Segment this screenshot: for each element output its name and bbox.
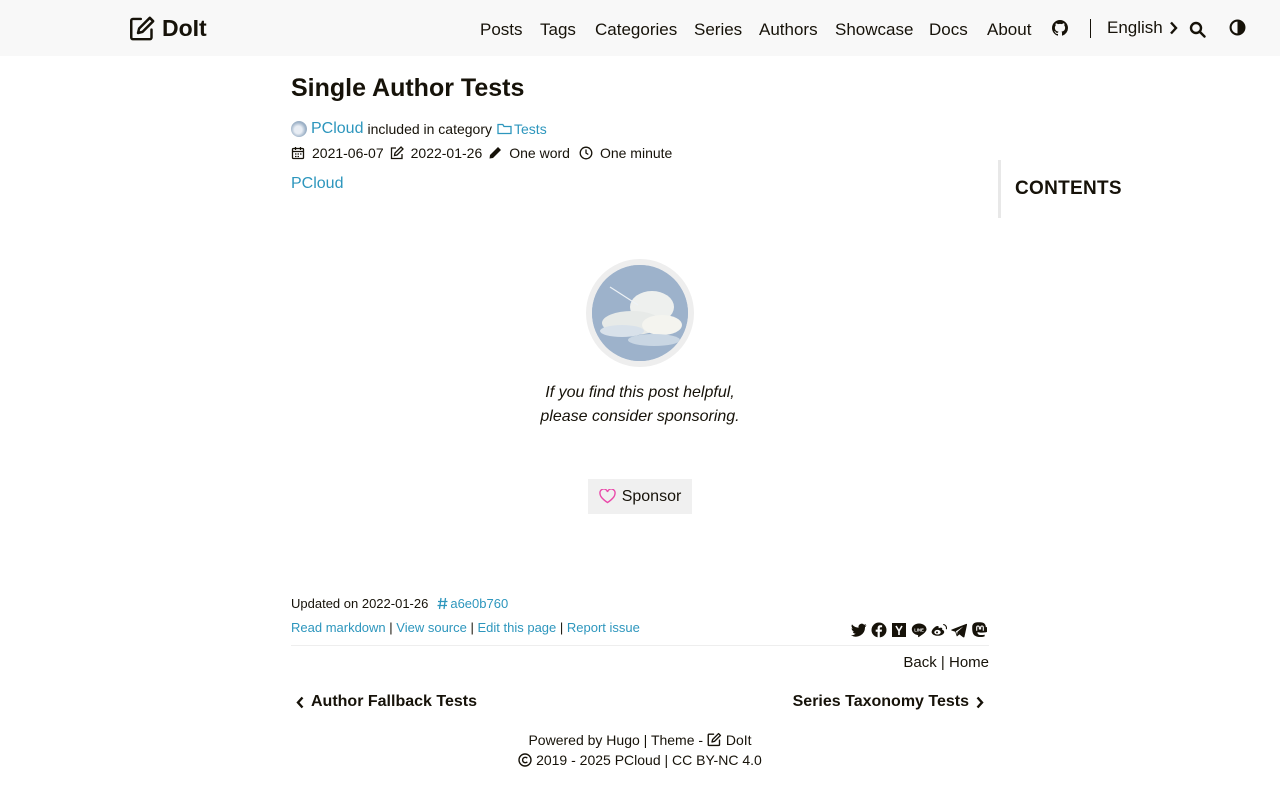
language-switcher[interactable]: English [1107, 18, 1178, 38]
prev-post-title: Author Fallback Tests [311, 693, 477, 710]
commit-link[interactable]: a6e0b760 [437, 596, 508, 611]
clock-icon [579, 146, 593, 160]
category-prefix: included in category [367, 121, 493, 137]
toc-divider [998, 160, 1001, 218]
commit-hash: a6e0b760 [450, 596, 509, 611]
license-link[interactable]: CC BY-NC 4.0 [672, 752, 762, 768]
word-count: One word [509, 145, 570, 161]
page-title: Single Author Tests [291, 74, 525, 102]
sponsor-button[interactable]: Sponsor [588, 479, 692, 514]
site-header: DoIt Posts Tags Categories Series Author… [0, 0, 1280, 56]
category-link[interactable]: Tests [497, 121, 547, 137]
nav-divider [1090, 19, 1091, 38]
sponsor-button-label: Sponsor [621, 487, 682, 505]
next-post-link[interactable]: Series Taxonomy Tests [793, 693, 984, 711]
edit-icon [707, 732, 722, 747]
sponsor-avatar [586, 259, 694, 367]
back-link[interactable]: Back [903, 654, 936, 671]
theme-link[interactable]: DoIt [707, 732, 752, 748]
hackernews-icon[interactable] [891, 622, 907, 638]
home-link[interactable]: Home [949, 654, 989, 671]
report-issue-link[interactable]: Report issue [567, 620, 640, 635]
post-meta-author: PCloud included in category Tests [291, 118, 547, 140]
chevron-left-icon [296, 696, 304, 708]
line-icon[interactable]: LINE [911, 622, 927, 638]
next-post-title: Series Taxonomy Tests [792, 693, 969, 710]
view-source-link[interactable]: View source [396, 620, 467, 635]
chevron-right-icon [976, 696, 984, 708]
copyright-icon [518, 753, 532, 767]
facebook-icon[interactable] [871, 622, 887, 638]
pencil-icon [489, 147, 502, 159]
mastodon-icon[interactable] [971, 622, 990, 638]
edit-page-link[interactable]: Edit this page [477, 620, 556, 635]
hash-icon [437, 597, 448, 610]
toc-title: CONTENTS [1015, 178, 1122, 199]
read-markdown-link[interactable]: Read markdown [291, 620, 386, 635]
powered-prefix: Powered by [528, 732, 603, 748]
telegram-icon[interactable] [951, 622, 968, 638]
twitter-icon[interactable] [851, 622, 867, 638]
copyright: 2019 - 2025 PCloud | CC BY-NC 4.0 [0, 752, 1280, 768]
svg-text:LINE: LINE [914, 627, 924, 632]
calendar-icon [291, 147, 305, 160]
updated-label: Updated on 2022-01-26 [291, 596, 429, 611]
body-author-link[interactable]: PCloud [291, 175, 343, 193]
site-logo[interactable]: DoIt [129, 14, 207, 42]
updated-info: Updated on 2022-01-26 a6e0b760 [291, 596, 508, 611]
published-date: 2021-06-07 [312, 145, 384, 161]
modified-icon [390, 146, 404, 160]
author-avatar [291, 121, 307, 137]
footer-separator: | [664, 752, 673, 768]
footer-divider [291, 645, 989, 646]
share-buttons: LINE [851, 622, 990, 638]
github-icon[interactable] [1052, 20, 1068, 36]
theme-prefix: Theme - [650, 732, 704, 748]
post-links: Read markdown | View source | Edit this … [291, 620, 640, 635]
link-separator: | [559, 620, 567, 635]
heart-icon [598, 489, 616, 504]
modified-date: 2022-01-26 [410, 145, 483, 161]
copyright-years: 2019 - 2025 [536, 752, 611, 768]
logo-text: DoIt [162, 14, 207, 41]
post-meta-dates: 2021-06-07 2022-01-26 One word One minut… [291, 143, 678, 163]
hugo-link[interactable]: Hugo [606, 732, 639, 748]
prev-post-link[interactable]: Author Fallback Tests [296, 693, 477, 711]
language-label: English [1107, 18, 1163, 37]
chevron-right-icon [1169, 21, 1178, 35]
back-home-separator: | [940, 654, 949, 671]
edit-icon [130, 16, 155, 40]
back-home-links: Back | Home [903, 654, 989, 671]
reading-time: One minute [599, 145, 673, 161]
weibo-icon[interactable] [931, 622, 948, 638]
cloud-image [592, 265, 688, 361]
theme-name: DoIt [725, 732, 752, 748]
copyright-owner-link[interactable]: PCloud [615, 752, 661, 768]
author-link[interactable]: PCloud [311, 120, 363, 138]
powered-by: Powered by Hugo | Theme - DoIt [0, 732, 1280, 748]
category-label: Tests [514, 121, 547, 137]
sponsor-message: If you find this post helpful, please co… [540, 384, 740, 425]
search-icon[interactable] [1189, 21, 1206, 38]
folder-icon [497, 123, 512, 135]
footer-separator: | [643, 732, 651, 748]
theme-toggle-icon[interactable] [1229, 19, 1246, 36]
